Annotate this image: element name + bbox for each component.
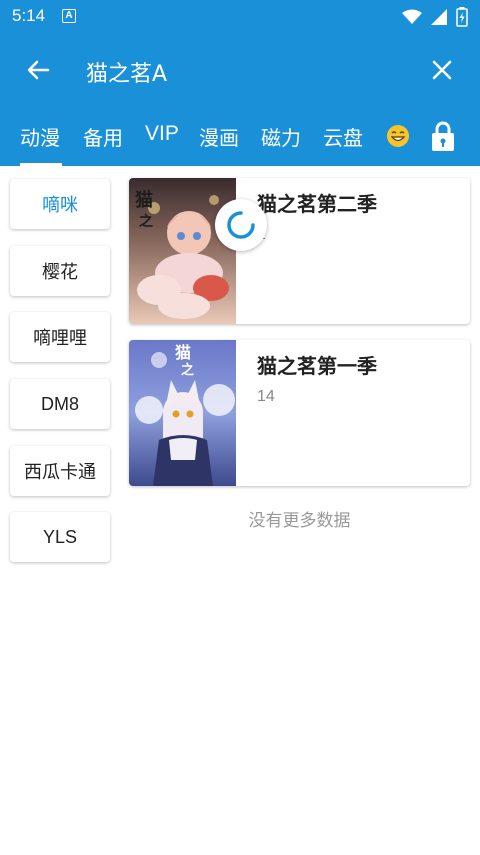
source-sidebar: 嘀咪 樱花 嘀哩哩 DM8 西瓜卡通 YLS (0, 166, 120, 855)
loading-spinner (215, 199, 267, 251)
tab-manga[interactable]: 漫画 (199, 122, 239, 151)
close-icon[interactable] (426, 54, 458, 86)
lock-icon[interactable] (430, 120, 456, 152)
result-subtitle: 14 (257, 388, 275, 405)
tab-magnet[interactable]: 磁力 (261, 122, 301, 151)
search-query[interactable]: 猫之茗A (86, 56, 167, 88)
status-icons (402, 7, 468, 27)
source-item-yls[interactable]: YLS (10, 512, 110, 562)
back-arrow-icon[interactable] (22, 54, 54, 86)
battery-icon (456, 7, 468, 27)
source-item-yinghua[interactable]: 樱花 (10, 246, 110, 296)
cover-image: 猫 之 (129, 340, 236, 486)
app-bar: 猫之茗A (0, 34, 480, 106)
source-item-dilili[interactable]: 嘀哩哩 (10, 312, 110, 362)
notification-icon: A (62, 9, 76, 23)
status-time: 5:14 (12, 6, 46, 25)
no-more-data-text: 没有更多数据 (248, 511, 351, 531)
tab-backup[interactable]: 备用 (83, 122, 123, 151)
signal-icon (431, 9, 447, 25)
wifi-icon (402, 9, 422, 24)
result-card[interactable]: 猫 之 猫之茗第一季 14 (129, 340, 470, 486)
source-item-dimi[interactable]: 嘀咪 (10, 179, 110, 229)
result-title: 猫之茗第二季 (257, 192, 377, 216)
svg-text:猫: 猫 (135, 189, 153, 211)
svg-text:之: 之 (181, 362, 194, 378)
source-item-dm8[interactable]: DM8 (10, 379, 110, 429)
emoji-icon[interactable] (386, 124, 410, 148)
source-item-xigua[interactable]: 西瓜卡通 (10, 446, 110, 496)
svg-text:之: 之 (139, 213, 153, 230)
svg-text:猫: 猫 (175, 343, 191, 362)
result-card[interactable]: 猫 之 猫之茗第二季 1 (129, 178, 470, 324)
status-bar: 5:14 A (0, 0, 480, 34)
tab-vip[interactable]: VIP (145, 122, 179, 146)
spinner-icon (227, 211, 255, 239)
tab-anime[interactable]: 动漫 (20, 122, 60, 151)
result-title: 猫之茗第一季 (257, 354, 377, 378)
tab-cloud[interactable]: 云盘 (323, 122, 363, 151)
